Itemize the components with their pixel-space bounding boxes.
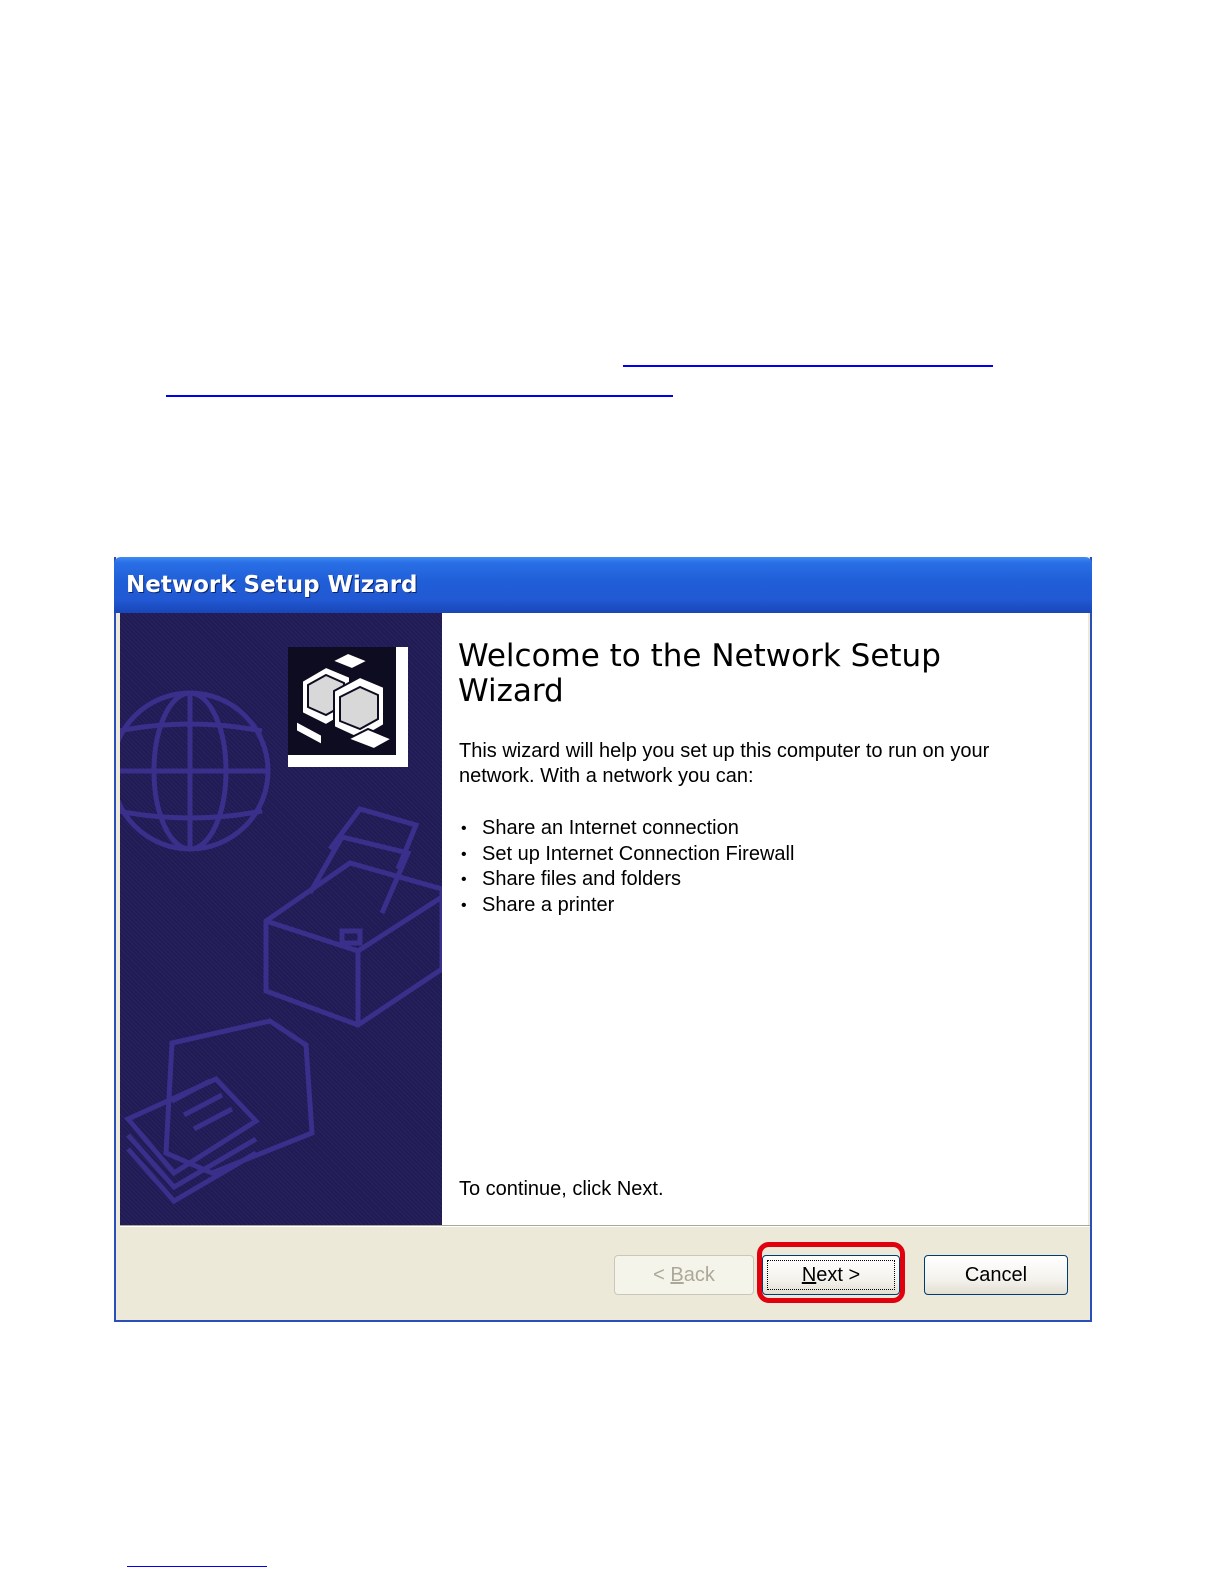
cancel-button-label: Cancel (964, 1264, 1028, 1286)
feature-item: Share an Internet connection (459, 816, 794, 842)
back-button-label: ack (683, 1264, 715, 1286)
feature-item: Share files and folders (459, 867, 794, 893)
feature-list: Share an Internet connection Set up Inte… (459, 816, 794, 918)
document-link-underline[interactable] (127, 1566, 267, 1567)
document-link-underline[interactable] (166, 395, 673, 397)
folder-icon (123, 1018, 315, 1205)
printer-icon (263, 806, 442, 1028)
wizard-window: Network Setup Wizard Welcome to the Netw… (114, 557, 1092, 1322)
wizard-heading: Welcome to the Network Setup Wizard (458, 638, 941, 709)
globe-icon (120, 690, 271, 852)
back-button[interactable]: < Back (614, 1255, 754, 1295)
network-computers-icon (288, 647, 408, 767)
back-button-prefix: < (653, 1264, 671, 1286)
continue-instruction: To continue, click Next. (459, 1178, 664, 1200)
window-title: Network Setup Wizard (126, 572, 418, 598)
wizard-intro-text: This wizard will help you set up this co… (459, 740, 990, 787)
wizard-side-banner (120, 613, 442, 1225)
back-button-accesskey: B (670, 1264, 684, 1286)
cancel-button[interactable]: Cancel (924, 1255, 1068, 1295)
document-link-underline[interactable] (623, 365, 993, 367)
feature-item: Set up Internet Connection Firewall (459, 842, 794, 868)
next-button-highlight (757, 1242, 905, 1303)
feature-item: Share a printer (459, 893, 794, 919)
footer-separator (120, 1225, 1090, 1227)
wizard-content: Welcome to the Network Setup Wizard This… (442, 613, 1088, 1225)
title-bar[interactable]: Network Setup Wizard (114, 557, 1092, 613)
